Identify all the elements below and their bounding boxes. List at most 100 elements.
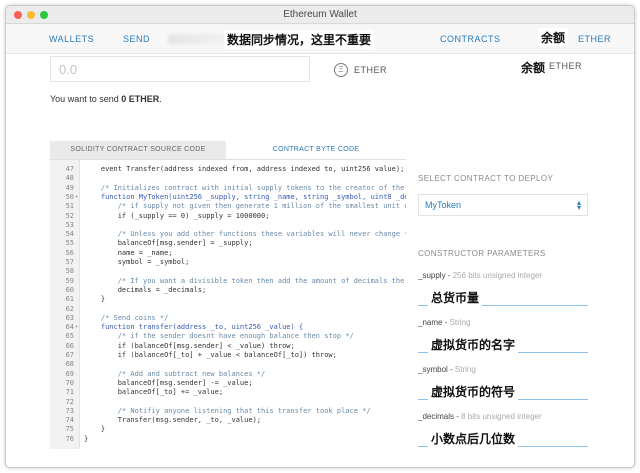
code-tabs: SOLIDITY CONTRACT SOURCE CODE CONTRACT B…: [50, 141, 406, 159]
tab-contract-bytecode[interactable]: CONTRACT BYTE CODE: [226, 141, 406, 159]
code-text: /* Send coins */: [84, 313, 169, 322]
code-editor[interactable]: 47 event Transfer(address indexed from, …: [50, 159, 406, 449]
code-line: 67 if (balanceOf[_to] + _value < balance…: [50, 351, 406, 360]
line-number: 65: [65, 332, 74, 341]
param-name-type: String: [449, 318, 471, 327]
ether-icon: Ξ: [334, 63, 348, 77]
select-contract-heading: SELECT CONTRACT TO DEPLOY: [418, 174, 554, 183]
code-line: 64 ▾ function transfer(address _to, uint2…: [50, 323, 406, 332]
param-decimals-name: _decimals: [418, 412, 455, 421]
currency-label[interactable]: ETHER: [354, 65, 387, 75]
code-line: 68: [50, 360, 406, 369]
fold-toggle-icon[interactable]: ▾: [75, 323, 78, 332]
line-number: 60: [65, 285, 74, 294]
code-text: if (balanceOf[_to] + _value < balanceOf[…: [84, 351, 337, 359]
window-title: Ethereum Wallet: [283, 9, 357, 20]
line-number: 58: [65, 267, 74, 276]
code-text: }: [84, 425, 106, 434]
param-supply-name: _supply: [418, 271, 446, 280]
tab-solidity-source[interactable]: SOLIDITY CONTRACT SOURCE CODE: [50, 141, 226, 159]
code-line: 73 /* Notifiy anyone listening that this…: [50, 407, 406, 416]
nav-contracts[interactable]: CONTRACTS: [440, 34, 501, 44]
code-line: 60 decimals = _decimals;: [50, 286, 406, 295]
code-text: /* Notifiy anyone listening that this tr…: [84, 406, 371, 415]
code-text: function MyToken(uint256 _supply, string…: [84, 192, 406, 201]
code-line: 62: [50, 305, 406, 314]
code-line: 63 /* Send coins */: [50, 314, 406, 323]
line-number: 71: [65, 388, 74, 397]
line-number: 55: [65, 239, 74, 248]
line-number: 50: [65, 192, 74, 201]
code-text: balanceOf[msg.sender] = _supply;: [84, 239, 253, 248]
code-text: name = _name;: [84, 248, 173, 257]
code-line: 75 }: [50, 425, 406, 434]
code-line: 53: [50, 221, 406, 230]
code-text: function transfer(address _to, uint256 _…: [84, 323, 304, 332]
code-line: 51 /* if supply not given then generate …: [50, 202, 406, 211]
contract-select[interactable]: MyToken ▴ ▾: [418, 194, 588, 216]
line-number: 72: [65, 397, 74, 406]
param-name-label: _name - String: [418, 318, 471, 327]
send-summary: You want to send 0 ETHER.: [50, 94, 162, 104]
code-text: }: [84, 434, 89, 443]
code-text: /* if supply not given then generate 1 m…: [84, 202, 406, 211]
line-number: 67: [65, 351, 74, 359]
code-line: 58: [50, 267, 406, 276]
line-number: 75: [65, 425, 74, 434]
line-number: 61: [65, 295, 74, 304]
param-symbol-name: _symbol: [418, 365, 448, 374]
code-text: symbol = _symbol;: [84, 258, 190, 266]
fold-toggle-icon[interactable]: ▾: [75, 193, 78, 202]
annotation-sync-status: 数据同步情况，这里不重要: [224, 30, 375, 49]
line-number: 70: [65, 378, 74, 387]
amount-input[interactable]: 0.0: [50, 56, 310, 82]
code-line: 71 balanceOf[_to] += _value;: [50, 388, 406, 397]
code-text: /* if the sender doesnt have enough bala…: [84, 332, 354, 341]
annotation-symbol: 虚拟货币的符号: [428, 382, 519, 401]
constructor-params-heading: CONSTRUCTOR PARAMETERS: [418, 249, 546, 258]
wallet-window: Ethereum Wallet WALLETS SEND 数据同步情况，这里不重…: [5, 5, 635, 468]
line-number: 52: [65, 211, 74, 220]
code-line: 76}: [50, 435, 406, 444]
code-line: 56 name = _name;: [50, 249, 406, 258]
code-text: if (balanceOf[msg.sender] < _value) thro…: [84, 341, 295, 350]
param-decimals-type: 8 bits unsigned integer: [461, 412, 542, 421]
line-number: 69: [65, 369, 74, 378]
annotation-balance-nav: 余额: [538, 28, 569, 47]
balance-unit: ETHER: [549, 61, 583, 71]
selected-contract: MyToken: [425, 200, 462, 210]
select-arrows-icon: ▴ ▾: [576, 198, 581, 212]
param-symbol-type: String: [454, 365, 476, 374]
line-number: 63: [65, 313, 74, 322]
code-line: 72: [50, 398, 406, 407]
line-number: 68: [65, 360, 74, 369]
line-number: 73: [65, 406, 74, 415]
param-name-name: _name: [418, 318, 443, 327]
code-line: 48: [50, 174, 406, 183]
annotation-decimals: 小数点后几位数: [428, 429, 519, 448]
line-number: 48: [65, 174, 74, 183]
code-line: 61 }: [50, 295, 406, 304]
line-number: 47: [65, 165, 74, 173]
line-number: 54: [65, 230, 74, 239]
line-number: 74: [65, 416, 74, 425]
code-text: /* Add and subtract new balances */: [84, 369, 266, 378]
code-text: balanceOf[msg.sender] -= _value;: [84, 378, 253, 387]
code-line: 65 /* if the sender doesnt have enough b…: [50, 332, 406, 341]
code-line: 59 /* If you want a divisible token then…: [50, 277, 406, 286]
code-text: event Transfer(address indexed from, add…: [84, 165, 405, 173]
param-supply-type: 256 bits unsigned integer: [452, 271, 543, 280]
code-text: /* If you want a divisible token then ad…: [84, 276, 405, 285]
code-line: 66 if (balanceOf[msg.sender] < _value) t…: [50, 342, 406, 351]
code-text: balanceOf[_to] += _value;: [84, 388, 224, 397]
nav-wallets[interactable]: WALLETS: [49, 34, 94, 44]
annotation-balance: 余额: [518, 58, 549, 77]
line-number: 59: [65, 276, 74, 285]
code-line: 74 Transfer(msg.sender, _to, _value);: [50, 416, 406, 425]
code-line: 47 event Transfer(address indexed from, …: [50, 165, 406, 174]
code-text: /* Initializes contract with initial sup…: [84, 183, 405, 192]
code-text: if (_supply == 0) _supply = 1000000;: [84, 211, 270, 220]
code-line: 52 if (_supply == 0) _supply = 1000000;: [50, 212, 406, 221]
send-summary-suffix: .: [159, 94, 162, 104]
nav-send[interactable]: SEND: [123, 34, 150, 44]
